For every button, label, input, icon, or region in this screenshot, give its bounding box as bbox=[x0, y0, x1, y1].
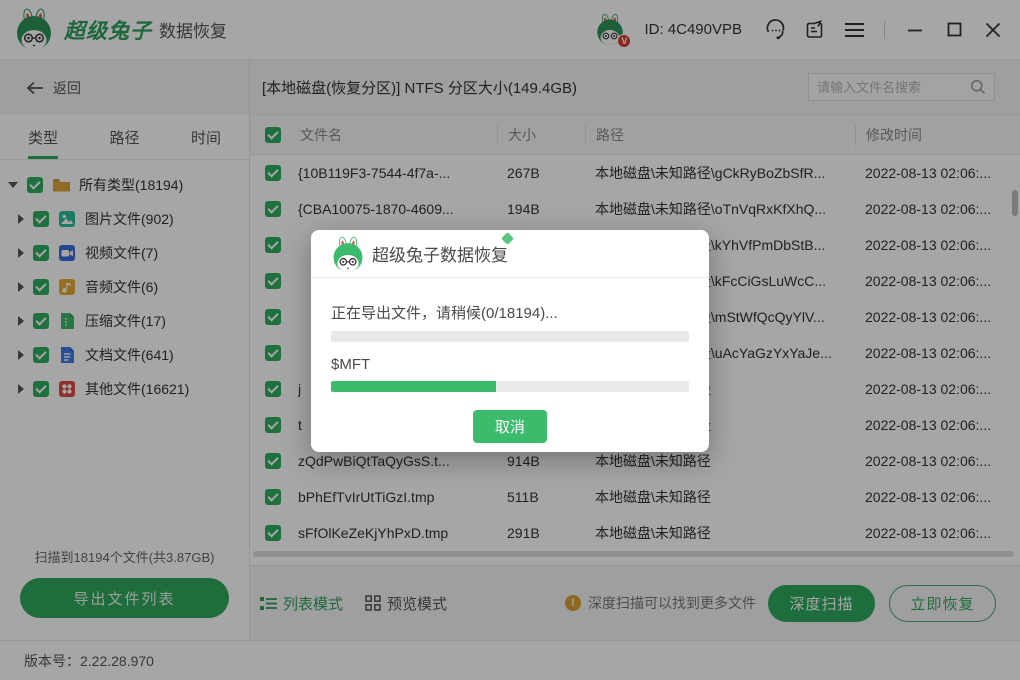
dialog-rabbit-logo-icon bbox=[331, 236, 365, 274]
dialog-title: 超级兔子数据恢复 bbox=[372, 241, 508, 266]
current-file-label: $MFT bbox=[331, 356, 689, 373]
app-window: 超级兔子 数据恢复 V ID: 4C490VPB bbox=[0, 0, 1020, 680]
overall-progress-bar bbox=[331, 331, 689, 342]
dialog-header: 超级兔子数据恢复 bbox=[311, 230, 709, 278]
file-progress-bar bbox=[331, 381, 689, 392]
cancel-button[interactable]: 取消 bbox=[473, 410, 547, 443]
file-progress-fill bbox=[331, 381, 496, 392]
export-progress-dialog: 超级兔子数据恢复 正在导出文件，请稍候(0/18194)... $MFT 取消 bbox=[311, 230, 709, 452]
export-status-message: 正在导出文件，请稍候(0/18194)... bbox=[331, 302, 689, 323]
